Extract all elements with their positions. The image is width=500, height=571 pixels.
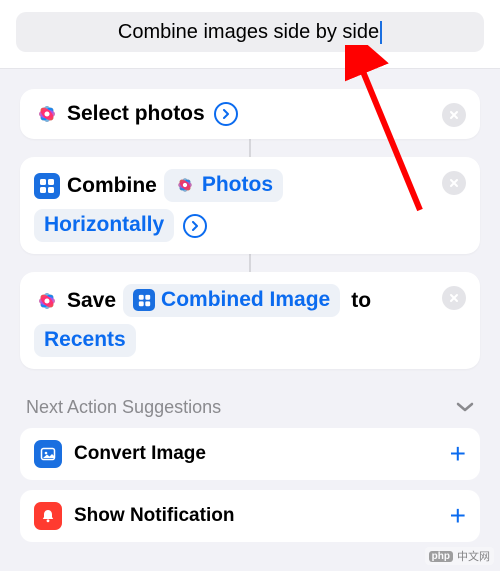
suggestions-title: Next Action Suggestions [26, 397, 221, 418]
image-icon [34, 440, 62, 468]
param-label: Recents [44, 328, 126, 352]
remove-action-button[interactable] [442, 171, 466, 195]
connector-line [249, 254, 251, 272]
param-recents[interactable]: Recents [34, 324, 136, 357]
param-horizontally[interactable]: Horizontally [34, 209, 174, 242]
param-label: Combined Image [161, 288, 330, 312]
photos-app-icon [174, 174, 196, 196]
param-combined-image[interactable]: Combined Image [123, 284, 340, 317]
suggestion-show-notification[interactable]: Show Notification + [20, 490, 480, 542]
action-label: Combine [67, 174, 157, 198]
actions-container: Select photos Combine [0, 69, 500, 542]
watermark-logo: php [429, 551, 453, 562]
add-suggestion-button[interactable]: + [450, 502, 466, 530]
suggestions-header[interactable]: Next Action Suggestions [20, 369, 480, 428]
watermark-text: 中文网 [457, 548, 490, 564]
param-label: Horizontally [44, 213, 164, 237]
suggestion-convert-image[interactable]: Convert Image + [20, 428, 480, 480]
combine-icon [34, 173, 60, 199]
watermark: php 中文网 [425, 547, 494, 565]
bell-icon [34, 502, 62, 530]
chevron-down-icon [456, 397, 474, 418]
suggestion-label: Convert Image [74, 443, 438, 465]
title-area: Combine images side by side [0, 0, 500, 69]
action-label: Save [67, 289, 116, 313]
photos-app-icon [34, 101, 60, 127]
suggestion-label: Show Notification [74, 505, 438, 527]
param-photos[interactable]: Photos [164, 169, 283, 202]
remove-action-button[interactable] [442, 103, 466, 127]
shortcut-title-text: Combine images side by side [118, 21, 382, 44]
to-label: to [351, 289, 371, 313]
action-save[interactable]: Save Combined Image to Recents [20, 272, 480, 369]
combine-icon [133, 289, 155, 311]
action-combine-images[interactable]: Combine Photos [20, 157, 480, 254]
expand-icon[interactable] [183, 214, 207, 238]
add-suggestion-button[interactable]: + [450, 440, 466, 468]
shortcut-title-field[interactable]: Combine images side by side [16, 12, 484, 52]
photos-app-icon [34, 288, 60, 314]
remove-action-button[interactable] [442, 286, 466, 310]
connector-line [249, 139, 251, 157]
action-select-photos[interactable]: Select photos [20, 89, 480, 139]
action-label: Select photos [67, 102, 205, 126]
param-label: Photos [202, 173, 273, 197]
expand-icon[interactable] [214, 102, 238, 126]
